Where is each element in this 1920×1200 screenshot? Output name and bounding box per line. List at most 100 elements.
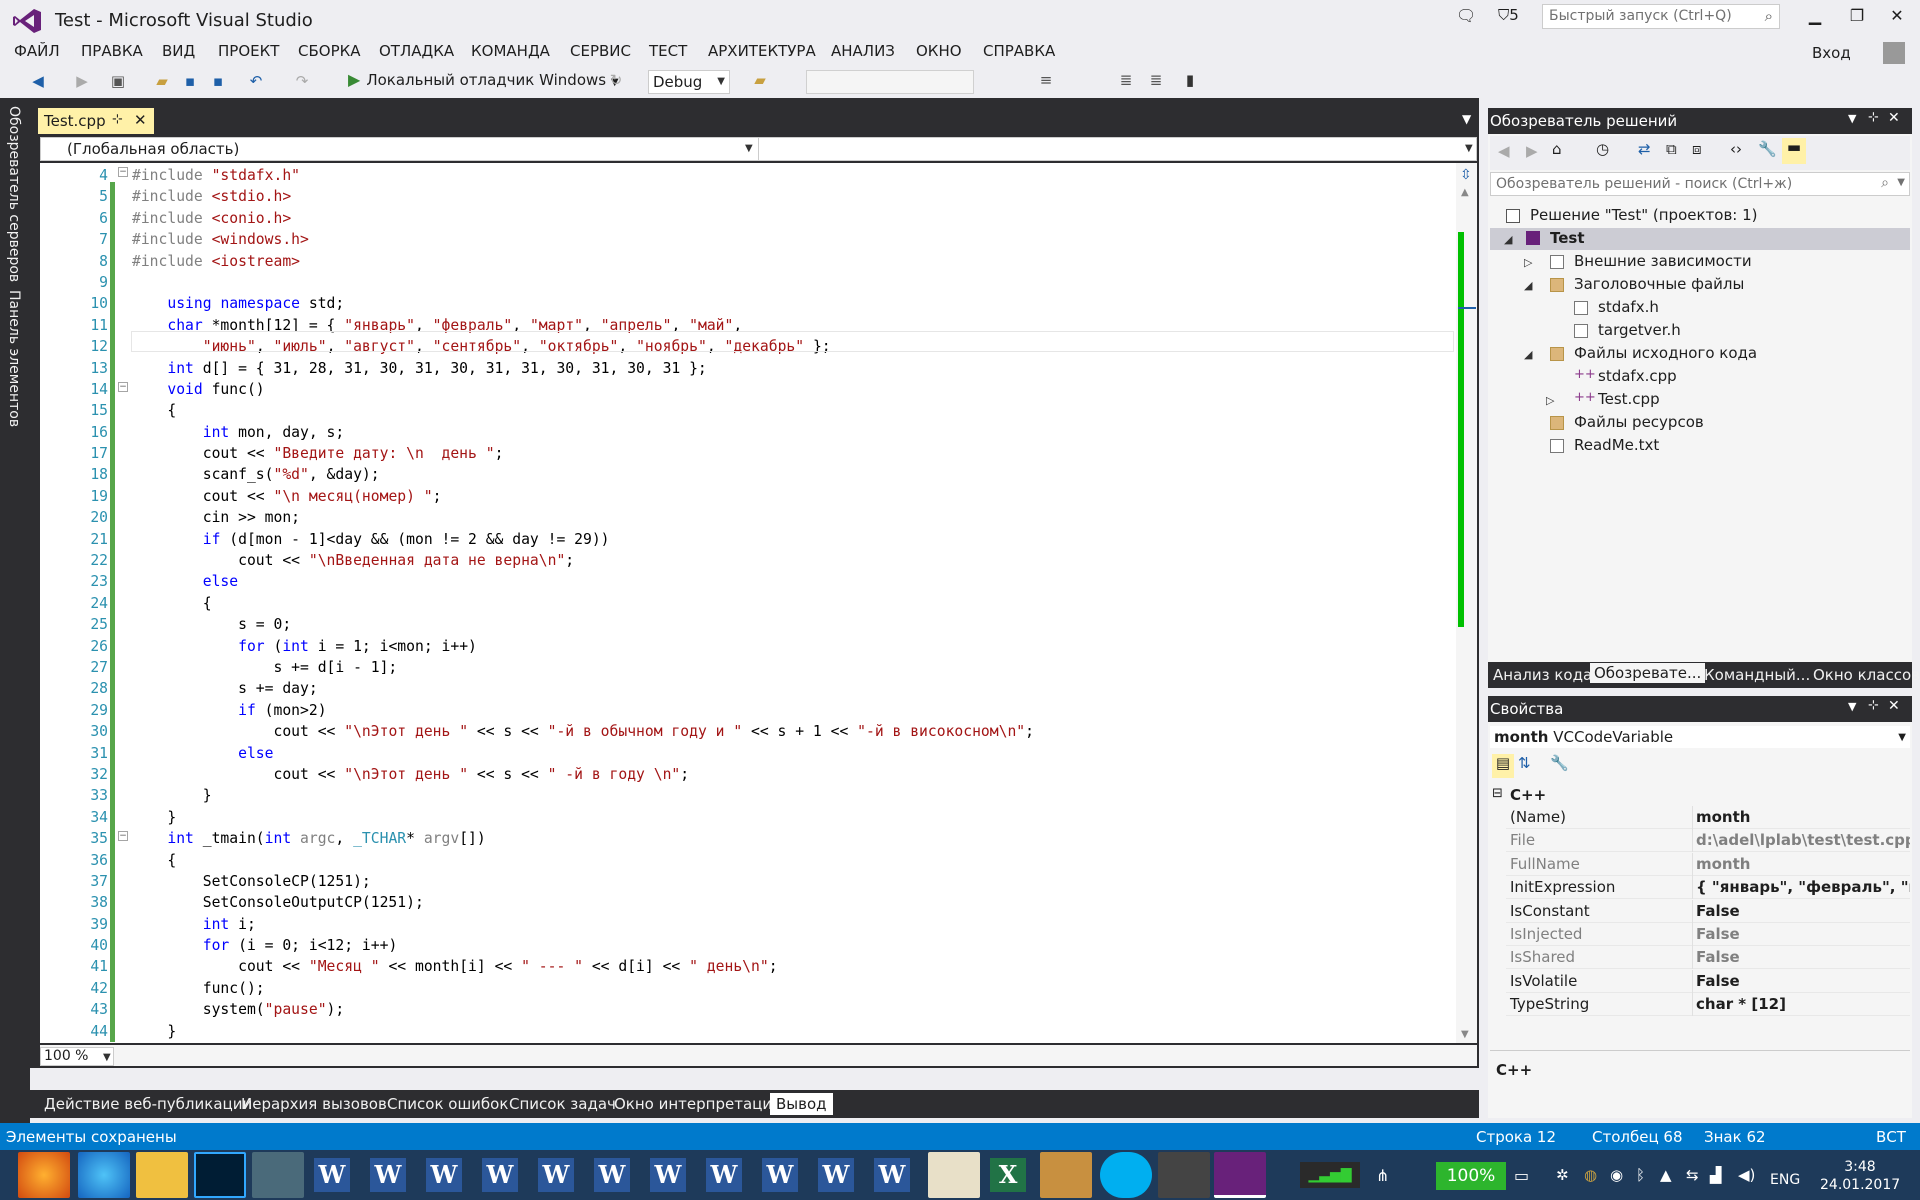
firefox-taskbar-icon[interactable] bbox=[18, 1152, 70, 1198]
word-taskbar-icon[interactable]: W bbox=[762, 1158, 798, 1192]
tray-app-icon[interactable]: ◍ bbox=[1584, 1166, 1597, 1184]
clock[interactable]: 3:48 24.01.2017 bbox=[1820, 1158, 1900, 1194]
word-taskbar-icon[interactable]: W bbox=[426, 1158, 462, 1192]
properties-wrench-icon[interactable]: 🔧 bbox=[1758, 140, 1777, 158]
scroll-down-icon[interactable]: ▼ bbox=[1461, 1029, 1469, 1040]
tab-test-cpp[interactable]: Test.cpp ⊹ ✕ bbox=[38, 108, 154, 134]
paint-taskbar-icon[interactable] bbox=[928, 1152, 980, 1198]
collapse-icon[interactable]: − bbox=[118, 167, 128, 177]
tab-immediate[interactable]: Окно интерпретации bbox=[608, 1093, 788, 1115]
tab-web-publish[interactable]: Действие веб-публикации bbox=[38, 1093, 258, 1115]
collapse-all-icon[interactable]: ⧉ bbox=[1666, 140, 1677, 158]
quick-launch-input[interactable]: Быстрый запуск (Ctrl+Q) ⌕ bbox=[1542, 4, 1780, 29]
property-row[interactable]: File d:\adel\lplab\test\test.cpp bbox=[1506, 829, 1910, 853]
collapse-icon[interactable]: − bbox=[118, 382, 128, 392]
menu-view[interactable]: ВИД bbox=[162, 42, 195, 60]
volume-icon[interactable]: ◀) bbox=[1738, 1166, 1755, 1184]
tab-list-dropdown-icon[interactable]: ▼ bbox=[1462, 112, 1471, 126]
property-row[interactable]: (Name) month bbox=[1506, 806, 1910, 829]
word-taskbar-icon[interactable]: W bbox=[594, 1158, 630, 1192]
pin-icon[interactable]: ⊹ bbox=[1868, 698, 1879, 713]
code-editor[interactable]: 4 #include "stdafx.h" 5 #include <stdio.h> 6… bbox=[40, 163, 1477, 1043]
word-taskbar-icon[interactable]: W bbox=[818, 1158, 854, 1192]
word-taskbar-icon[interactable]: W bbox=[874, 1158, 910, 1192]
tab-code-analysis[interactable]: Анализ кода bbox=[1493, 666, 1592, 684]
indent-icon[interactable]: ≡ bbox=[1036, 70, 1056, 90]
close-panel-icon[interactable]: ✕ bbox=[1888, 110, 1900, 126]
tab-solution-explorer[interactable]: Обозревате... bbox=[1590, 663, 1706, 683]
comment-icon[interactable]: ≣ bbox=[1116, 70, 1136, 90]
minimize-button[interactable]: ▁ bbox=[1800, 6, 1830, 28]
menu-file[interactable]: ФАЙЛ bbox=[14, 42, 60, 60]
notifications-icon[interactable]: ⛉5 bbox=[1498, 6, 1519, 24]
close-button[interactable]: ✕ bbox=[1882, 6, 1912, 28]
close-panel-icon[interactable]: ✕ bbox=[1888, 698, 1900, 714]
collapse-category-icon[interactable]: ⊟ bbox=[1492, 786, 1503, 801]
categorized-icon[interactable]: ▤ bbox=[1492, 754, 1514, 778]
alphabetical-icon[interactable]: ⇅ bbox=[1518, 754, 1531, 772]
menu-architecture[interactable]: АРХИТЕКТУРА bbox=[708, 42, 816, 60]
mathcad-taskbar-icon[interactable] bbox=[252, 1152, 304, 1198]
configuration-select[interactable]: Debug ▼ bbox=[648, 70, 730, 94]
tab-class-view[interactable]: Окно классов bbox=[1813, 666, 1920, 684]
language-indicator[interactable]: ENG bbox=[1770, 1172, 1800, 1188]
expanded-arrow-icon[interactable]: ◢ bbox=[1504, 233, 1512, 246]
feedback-icon[interactable]: 🗨 bbox=[1456, 6, 1476, 25]
menu-help[interactable]: СПРАВКА bbox=[983, 42, 1055, 60]
menu-edit[interactable]: ПРАВКА bbox=[81, 42, 143, 60]
visual-studio-taskbar-icon[interactable] bbox=[1214, 1152, 1266, 1198]
tree-item-resource-files[interactable]: Файлы ресурсов bbox=[1574, 413, 1704, 431]
word-taskbar-icon[interactable]: W bbox=[370, 1158, 406, 1192]
wifi-icon[interactable]: ⋔ bbox=[1376, 1166, 1389, 1185]
expanded-arrow-icon[interactable]: ◢ bbox=[1524, 279, 1532, 292]
menu-tools[interactable]: СЕРВИС bbox=[570, 42, 631, 60]
property-row[interactable]: IsConstant False bbox=[1506, 899, 1910, 923]
acrobat-icon[interactable]: ▲ bbox=[1660, 1166, 1672, 1184]
back-icon[interactable]: ◀ bbox=[1498, 142, 1510, 160]
property-row[interactable]: TypeString char * [12] bbox=[1506, 993, 1910, 1017]
property-object-select[interactable]: month VCCodeVariable ▼ bbox=[1490, 726, 1910, 748]
redo-icon[interactable]: ↷ bbox=[292, 71, 312, 91]
scope-dropdown[interactable]: (Глобальная область) ▼ bbox=[41, 138, 759, 160]
collapsed-arrow-icon[interactable]: ▷ bbox=[1524, 256, 1532, 269]
camera-taskbar-icon[interactable] bbox=[1158, 1152, 1210, 1198]
back-icon[interactable]: ◀ bbox=[28, 71, 48, 91]
horizontal-scrollbar[interactable] bbox=[40, 1045, 1477, 1066]
battery-indicator[interactable]: 100% bbox=[1436, 1162, 1506, 1190]
tab-team-explorer[interactable]: Командный... bbox=[1704, 666, 1810, 684]
word-taskbar-icon[interactable]: W bbox=[650, 1158, 686, 1192]
save-all-icon[interactable]: ▪ bbox=[208, 71, 228, 91]
uncomment-icon[interactable]: ≣ bbox=[1146, 70, 1166, 90]
collapsed-arrow-icon[interactable]: ▷ bbox=[1546, 394, 1554, 407]
bookmark-icon[interactable]: ▮ bbox=[1180, 70, 1200, 90]
tree-item-project[interactable]: Test bbox=[1550, 229, 1585, 247]
history-icon[interactable]: ◷ bbox=[1596, 140, 1609, 158]
tab-task-list[interactable]: Список задач bbox=[503, 1093, 622, 1115]
member-dropdown[interactable]: ▼ bbox=[1465, 143, 1473, 154]
signal-strength-icon[interactable]: ▁▃▅▇ bbox=[1300, 1162, 1360, 1188]
view-code-icon[interactable]: ‹› bbox=[1730, 140, 1742, 158]
tree-item-external-deps[interactable]: Внешние зависимости bbox=[1574, 252, 1752, 270]
menu-project[interactable]: ПРОЕКТ bbox=[218, 42, 279, 60]
tab-error-list[interactable]: Список ошибок bbox=[381, 1093, 514, 1115]
preview-icon[interactable]: ▬ bbox=[1782, 138, 1806, 164]
expanded-arrow-icon[interactable]: ◢ bbox=[1524, 348, 1532, 361]
menu-build[interactable]: СБОРКА bbox=[298, 42, 361, 60]
platform-select[interactable] bbox=[806, 70, 974, 94]
word-taskbar-icon[interactable]: W bbox=[482, 1158, 518, 1192]
property-row[interactable]: IsInjected False bbox=[1506, 923, 1910, 946]
word-taskbar-icon[interactable]: W bbox=[706, 1158, 742, 1192]
solution-search-input[interactable]: Обозреватель решений - поиск (Ctrl+ж) ⌕ … bbox=[1490, 172, 1910, 196]
signal-icon[interactable]: ▟ bbox=[1710, 1166, 1722, 1184]
tab-call-hierarchy[interactable]: Иерархия вызовов bbox=[235, 1093, 393, 1115]
bluetooth-icon[interactable]: ᛒ bbox=[1636, 1166, 1645, 1184]
show-all-icon[interactable]: ⧈ bbox=[1692, 140, 1702, 158]
refresh-icon[interactable]: ↻ bbox=[606, 70, 626, 90]
property-pages-icon[interactable]: 🔧 bbox=[1550, 754, 1569, 772]
tree-item-solution[interactable]: Решение "Test" (проектов: 1) bbox=[1530, 206, 1758, 224]
property-row[interactable]: IsVolatile False bbox=[1506, 969, 1910, 993]
menu-window[interactable]: ОКНО bbox=[916, 42, 962, 60]
tree-item-test-cpp[interactable]: Test.cpp bbox=[1598, 390, 1660, 408]
tree-item-stdafx-cpp[interactable]: stdafx.cpp bbox=[1598, 367, 1677, 385]
server-explorer-tab[interactable]: Обозреватель серверов bbox=[6, 106, 22, 282]
